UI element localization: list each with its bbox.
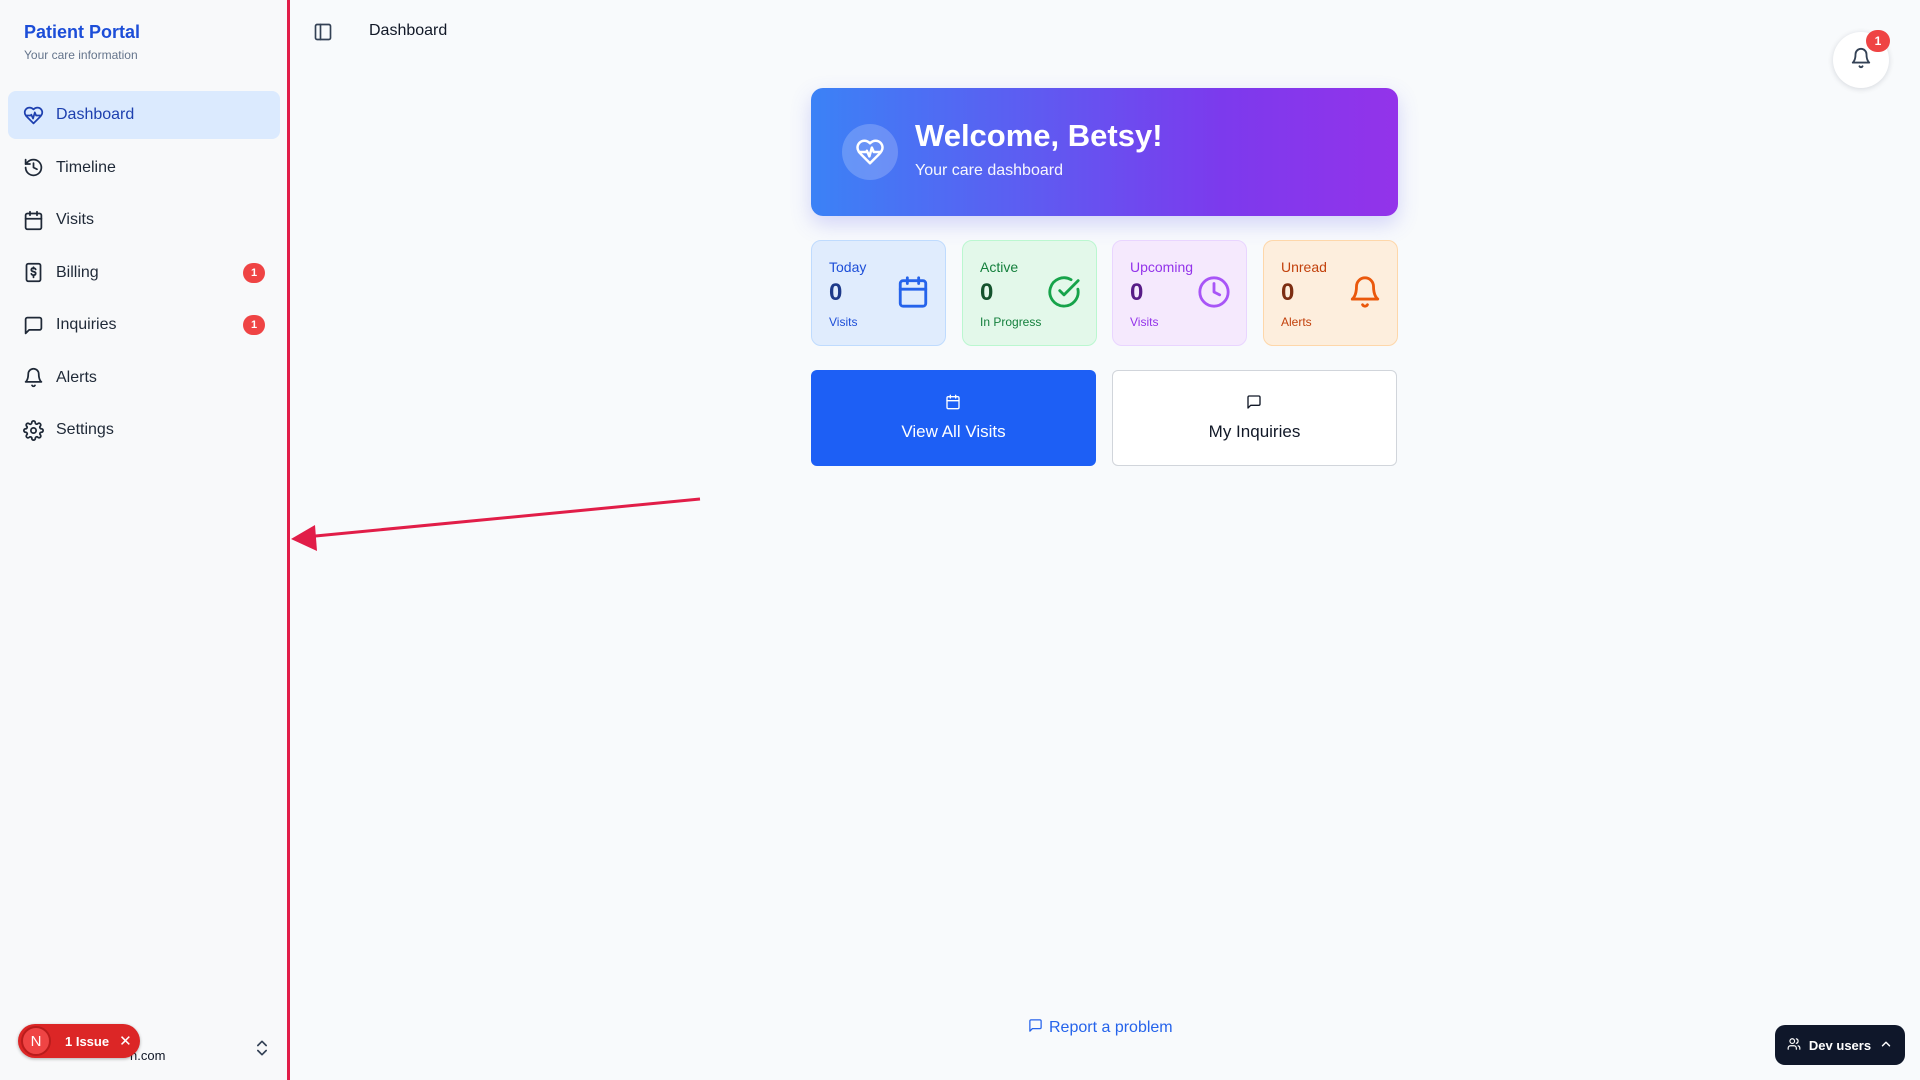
sidebar-item-label: Billing xyxy=(56,263,99,281)
sidebar-item-label: Alerts xyxy=(56,368,97,386)
stat-sublabel: Alerts xyxy=(1281,315,1312,329)
sidebar-item-label: Timeline xyxy=(56,158,116,176)
sidebar-toggle-icon[interactable] xyxy=(313,22,333,42)
stat-value: 0 xyxy=(1130,279,1144,306)
sidebar-item-billing[interactable]: Billing 1 xyxy=(8,249,280,297)
welcome-title: Welcome, Betsy! xyxy=(915,118,1163,153)
sidebar-item-label: Inquiries xyxy=(56,316,117,333)
bell-icon xyxy=(1348,275,1382,309)
sidebar-item-timeline[interactable]: Timeline xyxy=(8,144,280,192)
users-icon xyxy=(1787,1037,1801,1054)
sidebar-item-alerts[interactable]: Alerts xyxy=(8,354,280,402)
issues-indicator[interactable]: N 1 Issue ✕ xyxy=(18,1024,140,1058)
stat-label: Upcoming xyxy=(1130,259,1194,275)
sidebar-item-label: Dashboard xyxy=(56,106,135,123)
page-title: Dashboard xyxy=(369,22,448,39)
bell-icon xyxy=(22,367,44,389)
brand-title[interactable]: Patient Portal xyxy=(24,22,140,43)
dev-users-button[interactable]: Dev users xyxy=(1775,1025,1905,1065)
history-icon xyxy=(22,157,44,179)
chevron-up-down-icon[interactable] xyxy=(252,1038,272,1058)
sidebar-nav: Dashboard Timeline Visits Billing 1 Inqu… xyxy=(8,91,280,459)
brand: Patient Portal Your care information xyxy=(24,22,140,62)
stat-value: 0 xyxy=(1281,279,1295,306)
stat-card-unread[interactable]: Unread 0 Alerts xyxy=(1263,240,1398,346)
report-problem-link[interactable]: Report a problem xyxy=(1028,1018,1173,1038)
brand-subtitle: Your care information xyxy=(24,48,138,62)
heart-pulse-icon xyxy=(22,104,44,126)
sidebar-item-dashboard[interactable]: Dashboard xyxy=(8,91,280,139)
welcome-subtitle: Your care dashboard xyxy=(915,162,1063,179)
stat-label: Active xyxy=(980,259,1019,275)
sidebar: Patient Portal Your care information Das… xyxy=(0,0,290,1080)
dollar-receipt-icon xyxy=(22,262,44,284)
sidebar-item-inquiries[interactable]: Inquiries 1 xyxy=(8,301,280,349)
message-square-icon xyxy=(1246,394,1264,412)
stat-sublabel: In Progress xyxy=(980,315,1042,329)
my-inquiries-button[interactable]: My Inquiries xyxy=(1112,370,1397,466)
sidebar-item-label: Visits xyxy=(56,211,94,228)
message-square-icon xyxy=(22,314,44,336)
chevron-up-icon xyxy=(1879,1037,1893,1054)
dev-users-label: Dev users xyxy=(1808,1037,1872,1053)
stat-value: 0 xyxy=(829,279,843,306)
flag-icon xyxy=(1028,1018,1043,1038)
stat-card-upcoming[interactable]: Upcoming 0 Visits xyxy=(1112,240,1247,346)
clock-icon xyxy=(1197,275,1231,309)
stat-label: Unread xyxy=(1281,259,1327,275)
button-label: View All Visits xyxy=(901,422,1006,441)
sidebar-item-settings[interactable]: Settings xyxy=(8,406,280,454)
close-icon[interactable]: ✕ xyxy=(119,1032,132,1050)
sidebar-item-label: Settings xyxy=(56,421,114,438)
report-link-label: Report a problem xyxy=(1049,1019,1173,1036)
stat-sublabel: Visits xyxy=(1130,315,1159,329)
check-circle-icon xyxy=(1047,275,1081,309)
calendar-icon xyxy=(945,394,963,412)
stat-value: 0 xyxy=(980,279,994,306)
gear-icon xyxy=(22,419,44,441)
billing-count-badge: 1 xyxy=(243,262,265,283)
stat-card-today[interactable]: Today 0 Visits xyxy=(811,240,946,346)
button-label: My Inquiries xyxy=(1208,422,1301,441)
bell-icon xyxy=(1850,47,1872,74)
stat-card-active[interactable]: Active 0 In Progress xyxy=(962,240,1097,346)
heart-pulse-icon xyxy=(842,124,898,180)
notification-count-badge: 1 xyxy=(1866,30,1890,52)
view-all-visits-button[interactable]: View All Visits xyxy=(811,370,1096,466)
inquiries-count-badge: 1 xyxy=(243,315,265,335)
issue-count-label: 1 Issue xyxy=(65,1033,110,1049)
calendar-icon xyxy=(22,209,44,231)
stat-sublabel: Visits xyxy=(829,315,858,329)
stat-label: Today xyxy=(829,259,867,275)
sidebar-item-visits[interactable]: Visits xyxy=(8,196,280,244)
welcome-banner: Welcome, Betsy! Your care dashboard xyxy=(811,88,1398,216)
calendar-icon xyxy=(896,275,930,309)
issue-avatar: N xyxy=(21,1026,51,1056)
